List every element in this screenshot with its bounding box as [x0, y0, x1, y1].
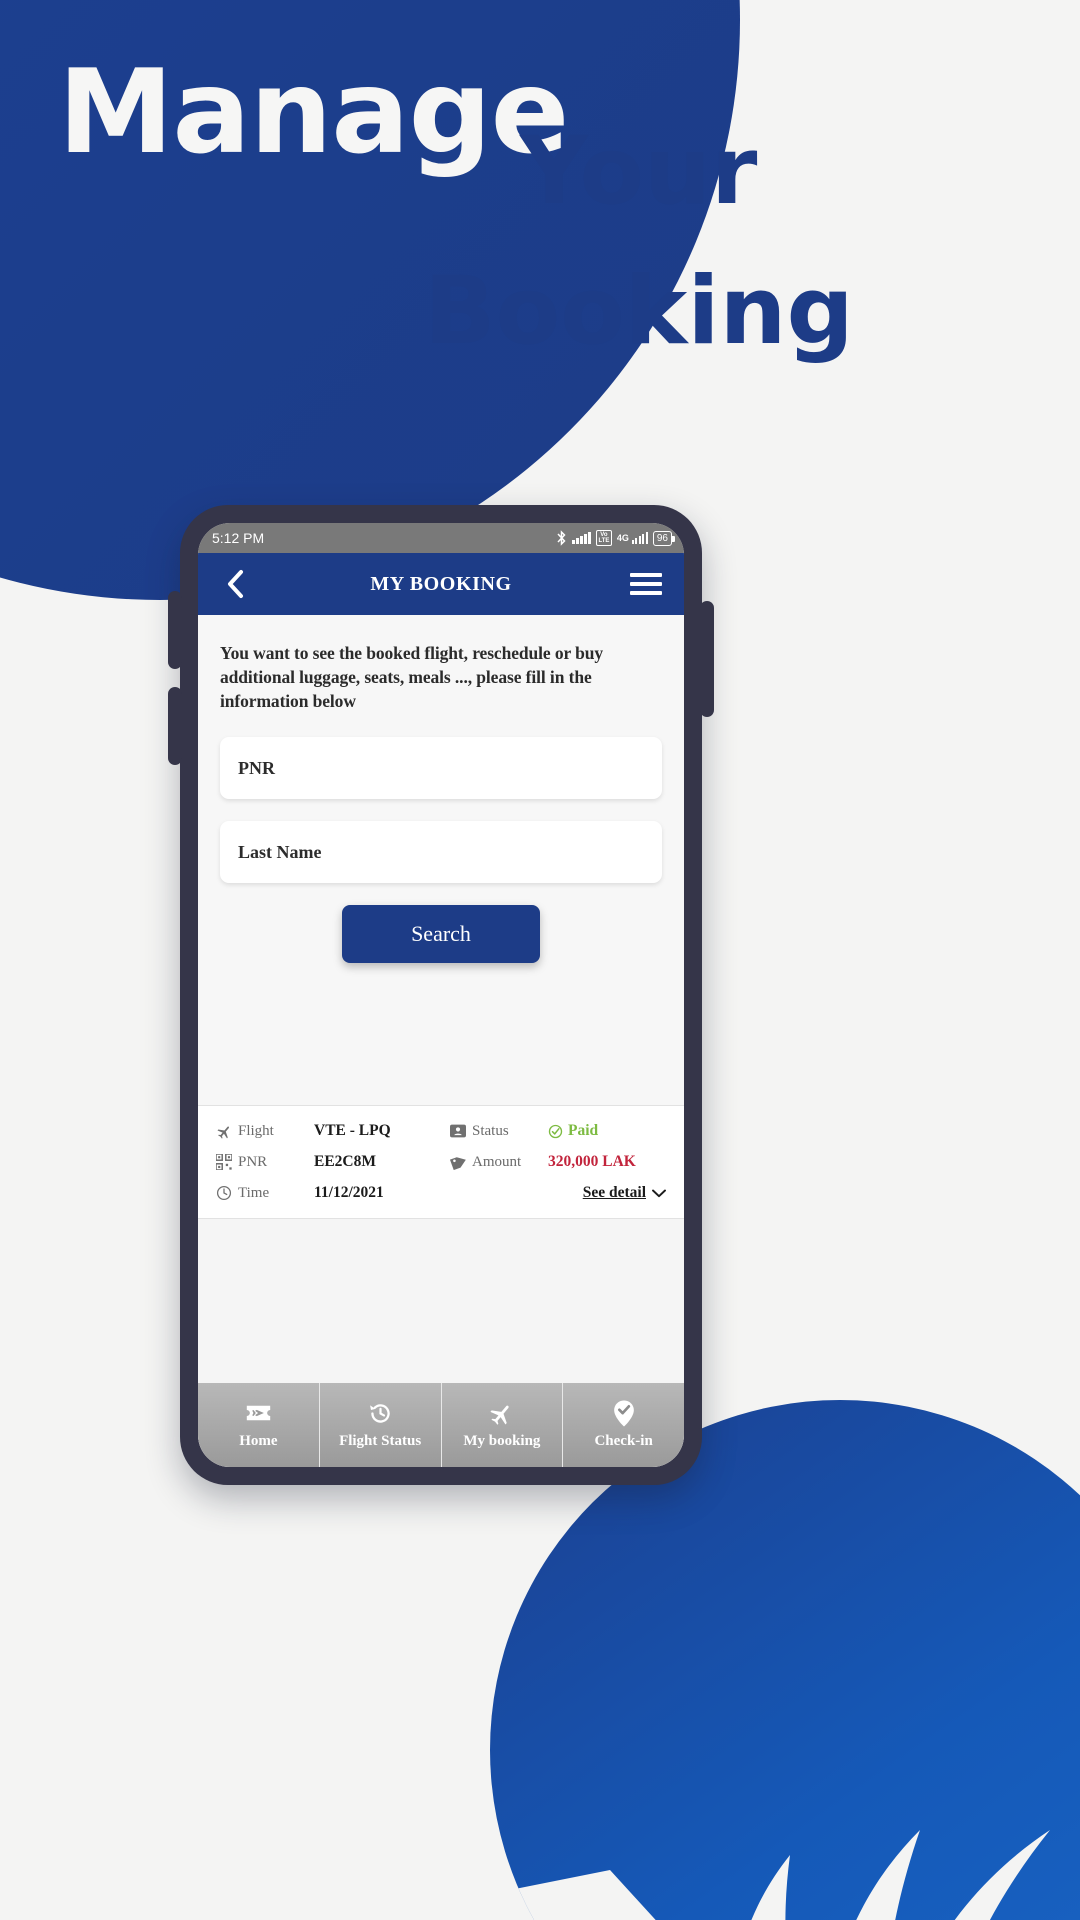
- nav-item-home[interactable]: Home: [198, 1383, 320, 1467]
- nav-item-check-in[interactable]: Check-in: [563, 1383, 684, 1467]
- person-card-icon: [450, 1124, 472, 1138]
- clock-icon: [216, 1185, 238, 1201]
- search-form: You want to see the booked flight, resch…: [198, 615, 684, 996]
- pnr-value: EE2C8M: [314, 1153, 376, 1171]
- booking-field-pnr: PNR EE2C8M: [216, 1153, 450, 1171]
- booking-result-card: Flight VTE - LPQ Status Paid PNR EE2C8M …: [198, 1105, 684, 1220]
- network-type-label: 4G: [616, 533, 629, 543]
- phone-screen: 5:12 PM Vo LTE 4G 96 MY BOOKING You want…: [198, 523, 684, 1467]
- nav-label-home: Home: [239, 1433, 278, 1449]
- booking-field-time: Time 11/12/2021: [216, 1184, 450, 1202]
- bottom-navigation: Home Flight Status My booking Check-in: [198, 1383, 684, 1467]
- pnr-label: PNR: [238, 1153, 268, 1170]
- amount-value: 320,000 LAK: [548, 1153, 636, 1171]
- booking-row-pnr-amount: PNR EE2C8M Amount 320,000 LAK: [216, 1153, 666, 1171]
- form-spacer: [198, 995, 684, 1106]
- booking-row-flight-status: Flight VTE - LPQ Status Paid: [216, 1122, 666, 1140]
- back-chevron-icon[interactable]: [218, 567, 252, 601]
- pnr-input-placeholder: PNR: [238, 757, 275, 778]
- person-card-glyph: [450, 1125, 466, 1138]
- booking-row-time-detail: Time 11/12/2021 See detail: [216, 1184, 666, 1202]
- ticket-plane-icon: [245, 1400, 272, 1426]
- booking-field-amount: Amount 320,000 LAK: [450, 1153, 666, 1171]
- page-title: MY BOOKING: [370, 572, 512, 595]
- intro-text: You want to see the booked flight, resch…: [220, 643, 604, 712]
- headline-line-1: Manage: [58, 45, 569, 180]
- price-tag-icon: [450, 1154, 472, 1171]
- airplane-glyph: [217, 1126, 229, 1139]
- app-content: You want to see the booked flight, resch…: [198, 615, 684, 1467]
- clock-glyph: [216, 1186, 232, 1201]
- map-pin-check-glyph: [613, 1399, 634, 1427]
- time-value: 11/12/2021: [314, 1184, 384, 1202]
- content-filler: [198, 1219, 684, 1383]
- nav-item-my-booking[interactable]: My booking: [442, 1383, 564, 1467]
- booking-field-flight: Flight VTE - LPQ: [216, 1122, 450, 1140]
- pnr-input[interactable]: PNR: [220, 737, 662, 800]
- nav-label-check-in: Check-in: [594, 1433, 653, 1449]
- map-pin-check-icon: [613, 1399, 635, 1427]
- headline-line-3: Booking: [424, 257, 854, 366]
- battery-icon: 96: [652, 530, 675, 546]
- search-button[interactable]: Search: [342, 905, 540, 964]
- power-button[interactable]: [700, 601, 714, 717]
- volume-up-button[interactable]: [168, 591, 182, 669]
- qr-code-glyph: [216, 1154, 232, 1171]
- status-label: Status: [472, 1122, 509, 1139]
- bluetooth-glyph: [557, 530, 567, 546]
- see-detail-link[interactable]: See detail: [583, 1184, 666, 1202]
- app-bar: MY BOOKING: [198, 553, 684, 615]
- nav-label-flight-status: Flight Status: [339, 1433, 422, 1449]
- nav-label-my-booking: My booking: [463, 1433, 541, 1449]
- qr-code-icon: [216, 1154, 238, 1171]
- airplane-glyph-nav: [490, 1405, 510, 1425]
- lastname-input-placeholder: Last Name: [238, 841, 322, 862]
- signal-bars-icon-2: [631, 532, 648, 544]
- clock-history-icon: [368, 1400, 393, 1426]
- volume-down-button[interactable]: [168, 687, 182, 765]
- flight-value: VTE - LPQ: [314, 1122, 391, 1140]
- check-circle-icon: [548, 1124, 563, 1139]
- amount-label: Amount: [472, 1153, 522, 1170]
- status-value: Paid: [568, 1122, 599, 1140]
- price-tag-glyph: [450, 1157, 466, 1171]
- signal-bars-icon: [572, 532, 591, 544]
- volte-icon: Vo LTE: [595, 530, 612, 546]
- nav-item-flight-status[interactable]: Flight Status: [320, 1383, 442, 1467]
- booking-field-status: Status Paid: [450, 1122, 666, 1140]
- headline-line-2: Your: [520, 117, 758, 226]
- hamburger-menu-icon[interactable]: [630, 567, 664, 601]
- bluetooth-icon: [556, 530, 567, 546]
- airplane-icon: [216, 1123, 238, 1140]
- status-time: 5:12 PM: [212, 530, 265, 546]
- flight-label: Flight: [238, 1122, 274, 1139]
- chevron-down-icon: [652, 1189, 666, 1198]
- clock-history-glyph: [369, 1403, 390, 1423]
- back-chevron-glyph: [228, 570, 243, 598]
- see-detail-label: See detail: [582, 1184, 646, 1202]
- status-bar: 5:12 PM Vo LTE 4G 96: [198, 523, 684, 553]
- phone-mockup: 5:12 PM Vo LTE 4G 96 MY BOOKING You want…: [168, 505, 714, 1485]
- status-badge: Paid: [548, 1122, 598, 1140]
- ticket-plane-glyph: [246, 1405, 271, 1421]
- time-label: Time: [238, 1184, 270, 1201]
- lastname-input[interactable]: Last Name: [220, 821, 662, 884]
- see-detail-cell: See detail: [450, 1184, 666, 1202]
- airplane-icon: [488, 1400, 515, 1426]
